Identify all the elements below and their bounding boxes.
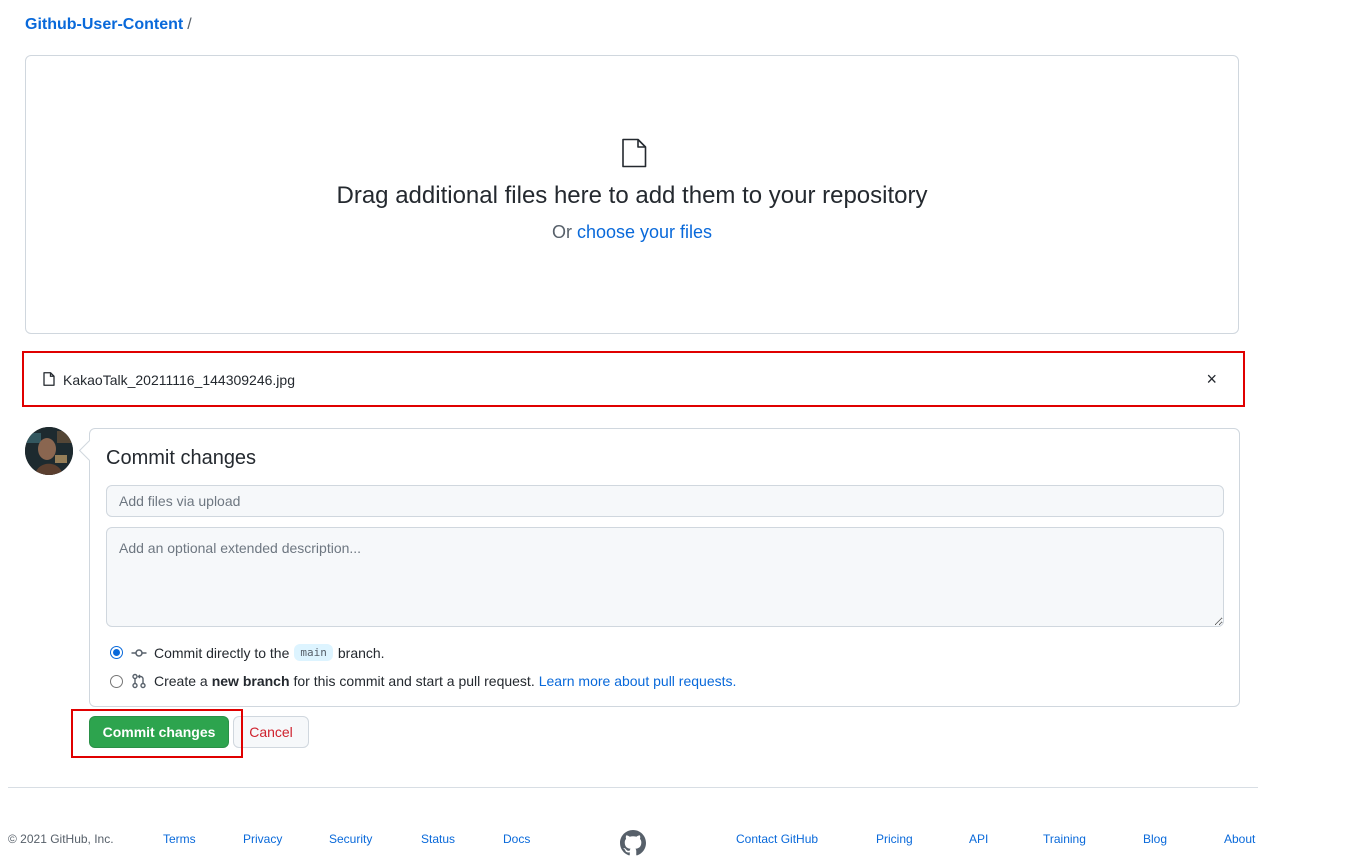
commit-form: Commit changes Commit directly to the ma… [89,428,1240,707]
footer-link-pricing[interactable]: Pricing [876,832,913,846]
dropzone-headline: Drag additional files here to add them t… [336,182,928,209]
footer-link-docs[interactable]: Docs [503,832,530,846]
footer-link-contact[interactable]: Contact GitHub [736,832,818,846]
commit-direct-suffix: branch. [337,644,385,661]
repo-link[interactable]: Github-User-Content [25,16,183,33]
commit-summary-input[interactable] [106,485,1224,517]
uploaded-file-name: KakaoTalk_20211116_144309246.jpg [63,372,295,388]
avatar [25,427,73,475]
new-branch-option[interactable]: Create a new branch for this commit and … [110,673,736,689]
footer-link-security[interactable]: Security [329,832,372,846]
dropzone-subtext: Or choose your files [26,222,1238,243]
cancel-button[interactable]: Cancel [233,716,309,748]
commit-heading: Commit changes [106,447,257,469]
github-logo-icon[interactable] [620,830,646,859]
footer-link-privacy[interactable]: Privacy [243,832,282,846]
commit-direct-prefix: Commit directly to the [154,644,290,661]
choose-files-link[interactable]: choose your files [577,222,712,242]
footer: © 2021 GitHub, Inc. Terms Privacy Securi… [8,830,1260,856]
commit-direct-radio[interactable] [110,646,123,659]
new-branch-radio[interactable] [110,674,123,688]
footer-link-api[interactable]: API [969,832,988,846]
new-branch-prefix: Create a [154,673,208,689]
footer-copyright: © 2021 GitHub, Inc. [8,832,114,846]
breadcrumb-separator: / [187,16,192,33]
footer-link-status[interactable]: Status [421,832,455,846]
git-commit-icon [131,645,147,661]
footer-divider [8,787,1258,788]
file-icon [43,371,55,389]
commit-direct-option[interactable]: Commit directly to the main branch. [110,644,385,661]
breadcrumb: Github-User-Content / [25,16,192,34]
or-text: Or [551,222,572,242]
file-dropzone[interactable]: Drag additional files here to add them t… [25,55,1239,334]
remove-file-icon[interactable]: × [1206,370,1217,388]
branch-name: main [294,644,333,661]
file-icon [621,138,647,171]
footer-link-about[interactable]: About [1224,832,1255,846]
learn-more-link[interactable]: Learn more about pull requests. [539,673,737,689]
new-branch-bold: new branch [211,673,290,689]
uploaded-file-row: KakaoTalk_20211116_144309246.jpg × [25,358,1239,402]
footer-link-terms[interactable]: Terms [163,832,196,846]
footer-link-training[interactable]: Training [1043,832,1086,846]
footer-link-blog[interactable]: Blog [1143,832,1167,846]
commit-changes-button[interactable]: Commit changes [89,716,229,748]
git-pull-request-icon [131,673,147,689]
commit-description-input[interactable] [106,527,1224,627]
new-branch-suffix: for this commit and start a pull request… [293,673,535,689]
